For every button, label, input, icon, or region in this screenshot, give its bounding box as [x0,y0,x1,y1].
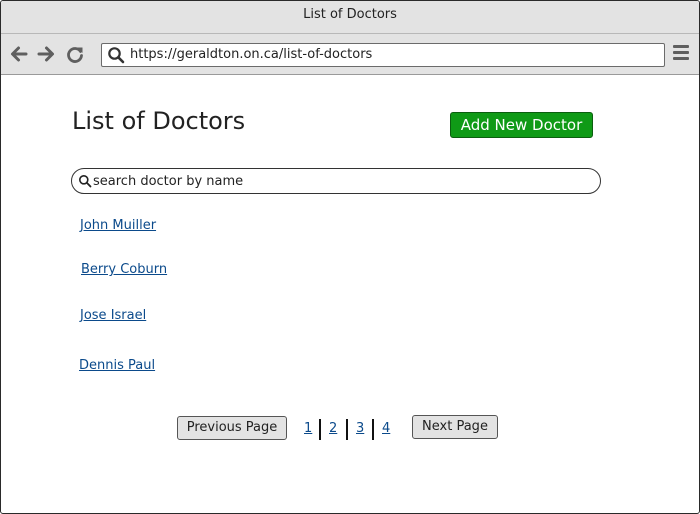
address-bar[interactable]: https://geraldton.on.ca/list-of-doctors [101,43,665,67]
forward-arrow-icon[interactable] [36,44,56,64]
page-link-3[interactable]: 3 [356,421,364,436]
hamburger-menu-icon[interactable] [672,45,690,63]
doctor-link-jose-israel[interactable]: Jose Israel [80,308,146,323]
page-link-1[interactable]: 1 [304,421,312,436]
search-icon [108,47,125,64]
page-separator [319,419,321,440]
window-titlebar: List of Doctors [1,1,699,34]
add-new-doctor-button[interactable]: Add New Doctor [450,112,593,138]
doctor-link-dennis-paul[interactable]: Dennis Paul [79,358,155,373]
search-icon [79,175,92,188]
doctor-search-field[interactable] [71,168,601,194]
page-separator [346,419,348,440]
page-title: List of Doctors [72,107,246,135]
next-page-button[interactable]: Next Page [412,415,498,439]
doctor-link-berry-coburn[interactable]: Berry Coburn [81,262,167,277]
back-arrow-icon[interactable] [9,44,29,64]
reload-icon[interactable] [65,44,85,64]
page-link-4[interactable]: 4 [382,421,390,436]
window-title: List of Doctors [303,7,397,22]
previous-page-button[interactable]: Previous Page [177,416,287,440]
doctor-search-input[interactable] [93,171,583,191]
browser-toolbar: https://geraldton.on.ca/list-of-doctors [1,34,699,75]
browser-window: List of Doctors https://geraldton.on.ca/… [0,0,700,514]
page-link-2[interactable]: 2 [329,421,337,436]
doctor-link-john-muiller[interactable]: John Muiller [80,218,156,233]
url-text: https://geraldton.on.ca/list-of-doctors [130,47,373,62]
page-separator [372,419,374,440]
